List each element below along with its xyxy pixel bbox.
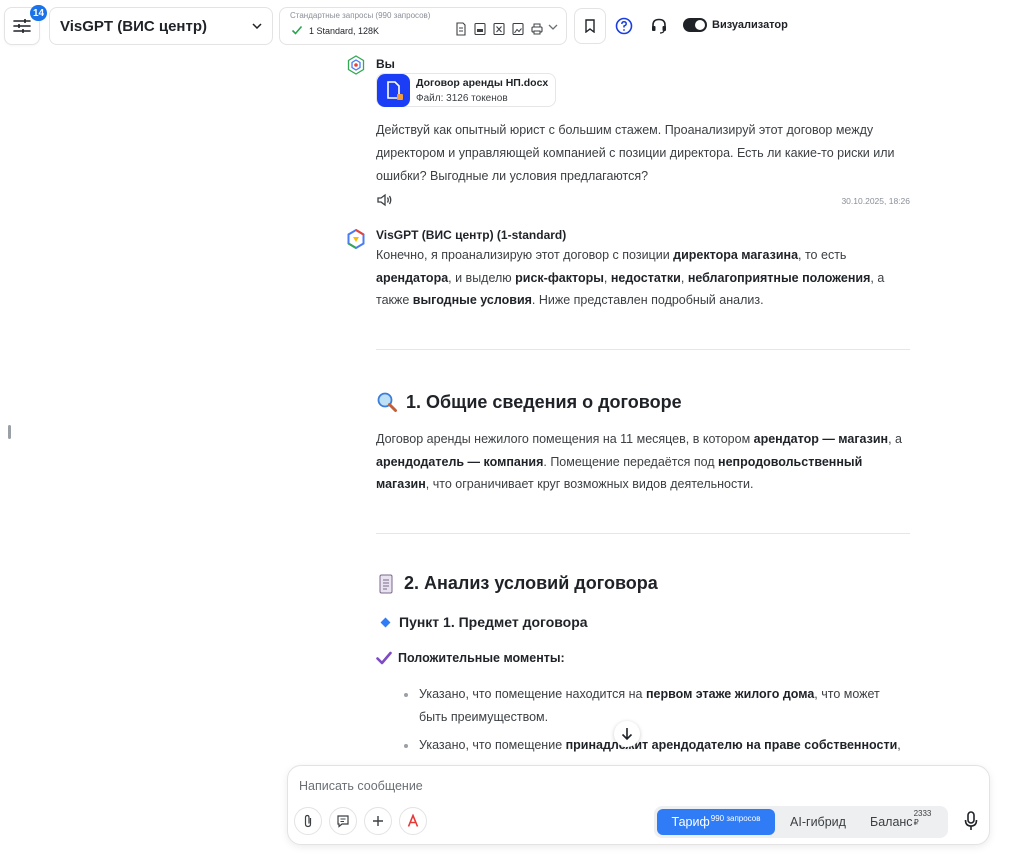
- prompt-templates-button[interactable]: [329, 807, 357, 835]
- magnifier-icon: [377, 392, 397, 412]
- file-token-count: Файл: 3126 токенов: [416, 93, 508, 104]
- subsection-heading-text: Пункт 1. Предмет договора: [399, 614, 588, 630]
- sidebar-resize-handle[interactable]: [8, 425, 11, 439]
- mode-ai-hybrid[interactable]: AI-гибрид: [775, 809, 861, 835]
- speaker-icon: [377, 193, 392, 207]
- chevron-down-icon: [252, 23, 262, 29]
- plus-icon: [373, 816, 383, 826]
- notification-badge: 14: [30, 5, 48, 21]
- mode-tariff-sup: 990 запросов: [710, 813, 761, 823]
- excel-file-icon: [493, 22, 505, 36]
- user-name: Вы: [376, 57, 395, 71]
- diamond-icon: [380, 617, 391, 627]
- chat-thread[interactable]: Вы Договор аренды НП.docx Файл: 3126 ток…: [340, 52, 912, 764]
- file-icon: [377, 74, 410, 107]
- mode-tariff-label: Тариф: [671, 815, 710, 829]
- mode-tariff[interactable]: Тариф 990 запросов: [657, 809, 775, 835]
- sliders-icon: [13, 19, 31, 33]
- section-general-text: Договор аренды нежилого помещения на 11 …: [376, 432, 902, 491]
- help-button[interactable]: [608, 8, 640, 44]
- tier-value: 1 Standard, 128K: [309, 26, 380, 36]
- mode-balance[interactable]: Баланс 2333 ₽: [861, 809, 945, 835]
- model-selector[interactable]: VisGPT (ВИС центр): [49, 7, 273, 45]
- list-item: Указано, что помещение находится на перв…: [404, 683, 909, 728]
- attach-button[interactable]: [294, 807, 322, 835]
- text-style-button[interactable]: [399, 807, 427, 835]
- scroll-document-icon: [379, 574, 393, 593]
- positives-heading-text: Положительные моменты:: [398, 651, 565, 665]
- bot-intro-text: Конечно, я проанализирую этот договор с …: [376, 248, 885, 307]
- bot-name: VisGPT (ВИС центр) (1-standard): [376, 228, 567, 242]
- bookmark-icon: [585, 19, 595, 33]
- checkmark-icon: [376, 651, 392, 665]
- subsection-heading: Пункт 1. Предмет договора: [380, 614, 588, 630]
- tier-selector[interactable]: Стандартные запросы (990 запросов) 1 Sta…: [279, 7, 567, 45]
- message-template-icon: [337, 815, 349, 828]
- user-avatar: [347, 55, 365, 75]
- mode-balance-sup: 2333 ₽: [913, 809, 932, 827]
- mode-balance-label: Баланс: [870, 815, 913, 829]
- positives-heading: Положительные моменты:: [376, 651, 565, 665]
- message-input[interactable]: Написать сообщение: [299, 779, 423, 793]
- section-heading-analysis: 2. Анализ условий договора: [376, 573, 658, 594]
- attached-file-card[interactable]: Договор аренды НП.docx Файл: 3126 токено…: [376, 73, 556, 107]
- message-timestamp: 30.10.2025, 18:26: [841, 196, 910, 206]
- text-style-icon: [407, 814, 419, 827]
- user-message-text: Действуй как опытный юрист с большим ста…: [376, 123, 895, 183]
- paperclip-icon: [304, 814, 312, 828]
- arrow-down-icon: [621, 728, 633, 741]
- file-name: Договор аренды НП.docx: [416, 77, 549, 89]
- read-aloud-button[interactable]: [376, 193, 394, 212]
- help-circle-icon: [615, 17, 633, 35]
- check-icon: [291, 25, 303, 35]
- chevron-down-icon: [548, 24, 558, 30]
- message-composer[interactable]: Написать сообщение Тариф 990 запросов AI-…: [287, 765, 990, 845]
- divider: [376, 349, 910, 350]
- bookmark-button[interactable]: [574, 8, 606, 44]
- document-icon: [456, 22, 466, 36]
- image-file-icon: [512, 22, 524, 36]
- toggle-switch[interactable]: [683, 18, 707, 32]
- billing-mode-switch: Тариф 990 запросов AI-гибрид Баланс 2333 ₽: [654, 806, 948, 838]
- list-item: Указано, что помещение принадлежит аренд…: [404, 734, 909, 757]
- pdf-file-icon: [474, 22, 486, 36]
- divider: [376, 533, 910, 534]
- voice-input-button[interactable]: [958, 807, 984, 835]
- print-icon: [531, 23, 543, 35]
- section-heading-general: 1. Общие сведения о договоре: [376, 391, 682, 413]
- tier-caption: Стандартные запросы (990 запросов): [290, 11, 431, 20]
- headset-icon: [652, 18, 666, 34]
- microphone-icon: [964, 811, 978, 830]
- visualizer-label: Визуализатор: [712, 19, 788, 31]
- visualizer-toggle[interactable]: Визуализатор: [683, 18, 788, 32]
- section-heading-text: 1. Общие сведения о договоре: [406, 391, 682, 412]
- model-name: VisGPT (ВИС центр): [60, 17, 207, 35]
- bot-avatar: [347, 228, 365, 250]
- mode-hybrid-label: AI-гибрид: [790, 815, 846, 829]
- format-icons: [454, 22, 544, 36]
- scroll-down-button[interactable]: [614, 721, 640, 747]
- add-button[interactable]: [364, 807, 392, 835]
- support-button[interactable]: [643, 8, 675, 44]
- section-heading-text: 2. Анализ условий договора: [404, 573, 658, 593]
